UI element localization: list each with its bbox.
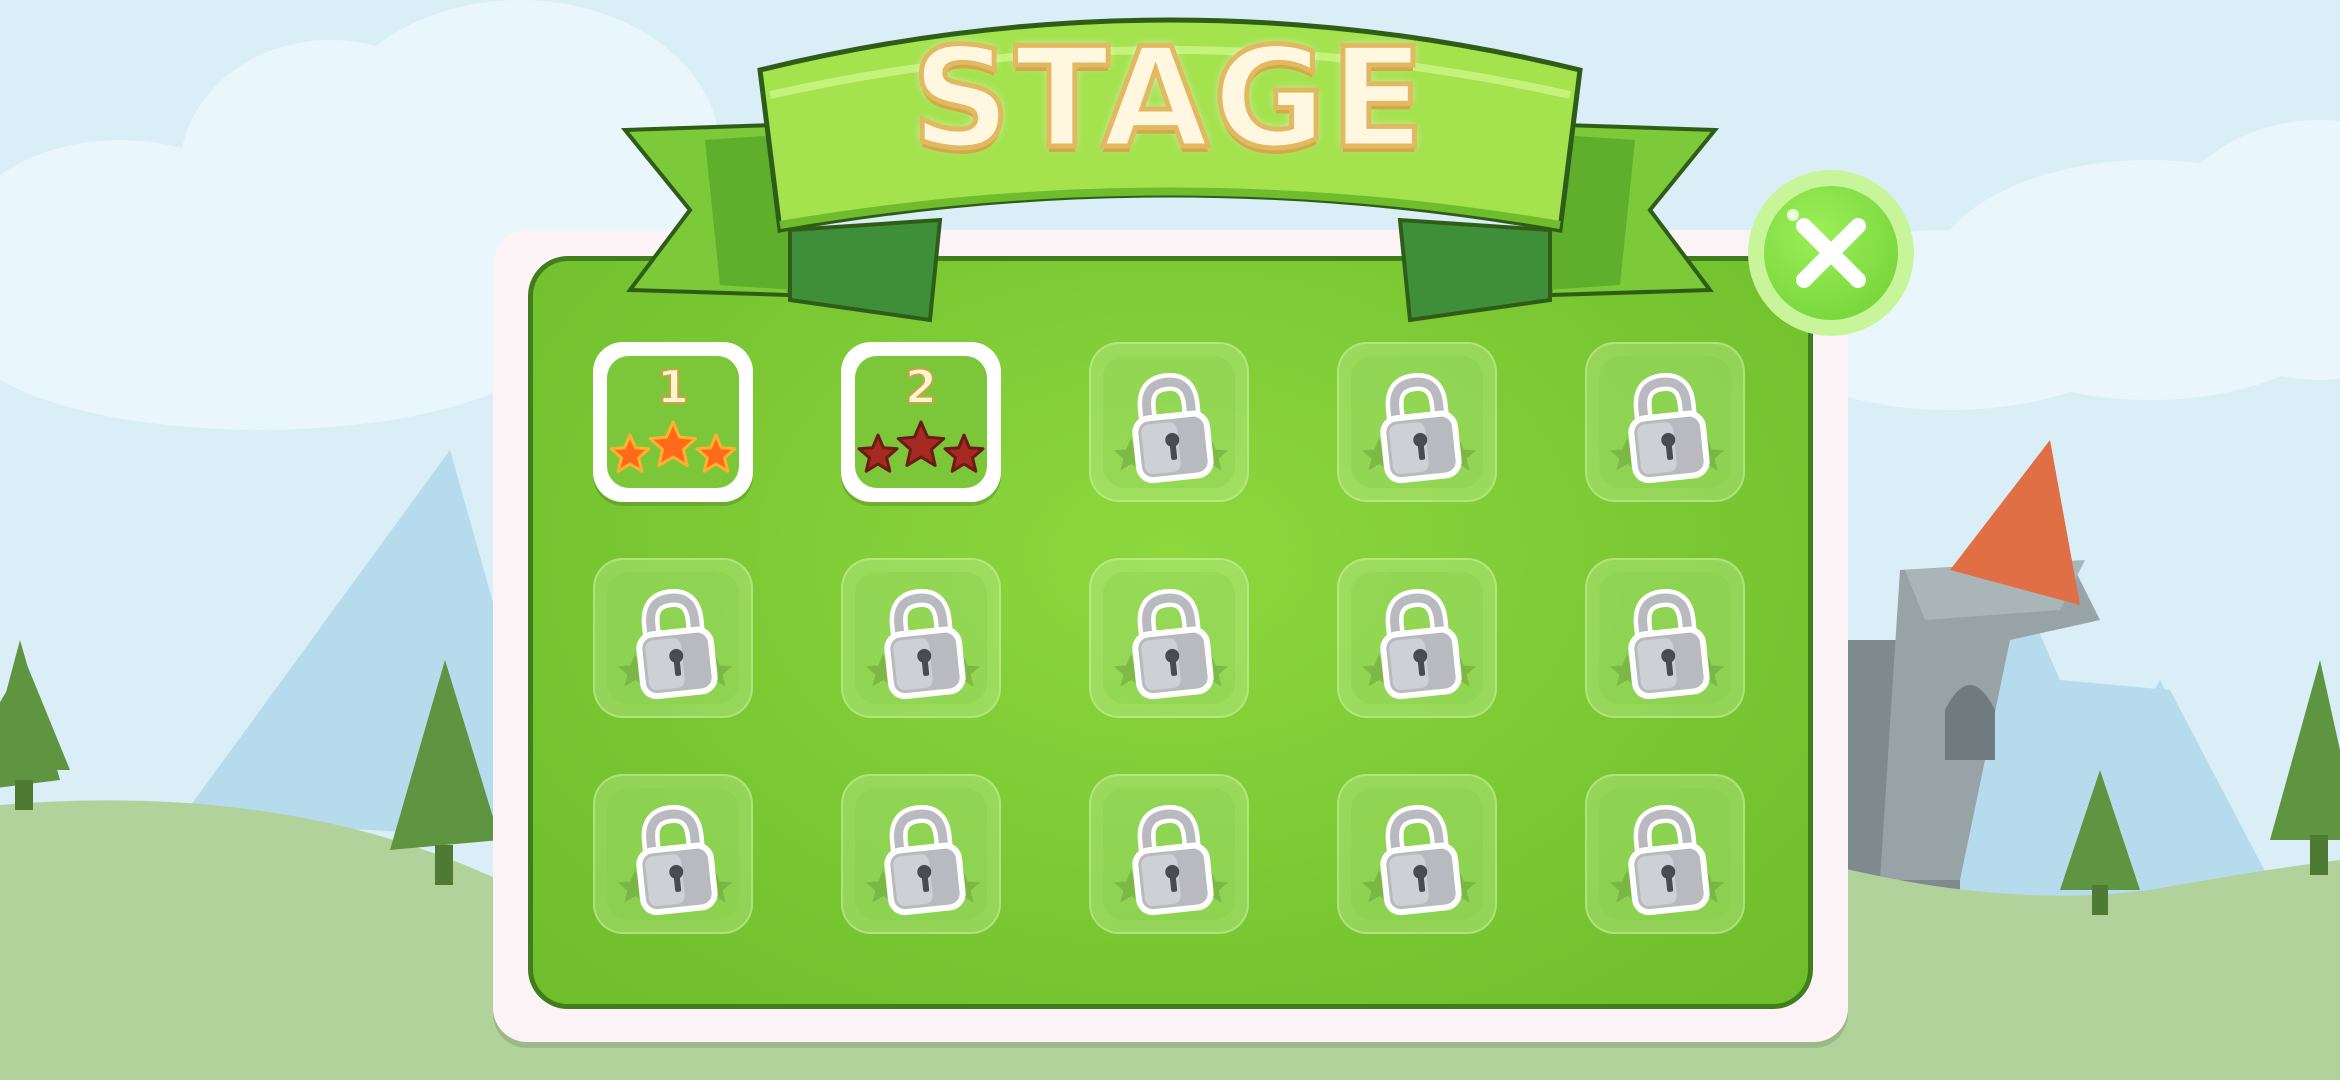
star-empty-icon bbox=[943, 433, 985, 473]
lock-icon bbox=[1361, 589, 1477, 700]
stage-tile-locked[interactable] bbox=[1089, 558, 1249, 718]
stage-tile-locked[interactable] bbox=[593, 558, 753, 718]
star-rating bbox=[857, 420, 985, 473]
star-earned-icon bbox=[648, 420, 698, 467]
lock-icon bbox=[1609, 373, 1725, 484]
lock-icon bbox=[1609, 805, 1725, 916]
close-x-icon bbox=[1787, 209, 1866, 288]
lock-icon bbox=[865, 805, 981, 916]
stage-tile-locked[interactable] bbox=[1089, 342, 1249, 502]
star-earned-icon bbox=[609, 433, 651, 473]
stage-tile-2[interactable]: 2 bbox=[841, 342, 1001, 502]
stage-tile-locked[interactable] bbox=[1585, 774, 1745, 934]
star-empty-icon bbox=[896, 420, 946, 467]
lock-icon bbox=[617, 805, 733, 916]
lock-icon bbox=[617, 589, 733, 700]
stage-tile-locked[interactable] bbox=[841, 558, 1001, 718]
stage-tile-locked[interactable] bbox=[1337, 774, 1497, 934]
stage-tile-locked[interactable] bbox=[841, 774, 1001, 934]
lock-icon bbox=[865, 589, 981, 700]
close-button[interactable] bbox=[1748, 170, 1914, 336]
stage-tile-locked[interactable] bbox=[1337, 558, 1497, 718]
lock-icon bbox=[1113, 805, 1229, 916]
stage-tile-locked[interactable] bbox=[1585, 342, 1745, 502]
lock-icon bbox=[1361, 373, 1477, 484]
stage-tile-locked[interactable] bbox=[593, 774, 753, 934]
star-empty-icon bbox=[857, 433, 899, 473]
stage-tile-locked[interactable] bbox=[1337, 342, 1497, 502]
lock-icon bbox=[1361, 805, 1477, 916]
lock-icon bbox=[1113, 373, 1229, 484]
stage-title: STAGE bbox=[909, 16, 1429, 182]
lock-icon bbox=[1609, 589, 1725, 700]
star-earned-icon bbox=[695, 433, 737, 473]
stage-tile-1[interactable]: 1 bbox=[593, 342, 753, 502]
stage-tile-locked[interactable] bbox=[1089, 774, 1249, 934]
star-rating bbox=[609, 420, 737, 473]
lock-icon bbox=[1113, 589, 1229, 700]
stage-tile-locked[interactable] bbox=[1585, 558, 1745, 718]
